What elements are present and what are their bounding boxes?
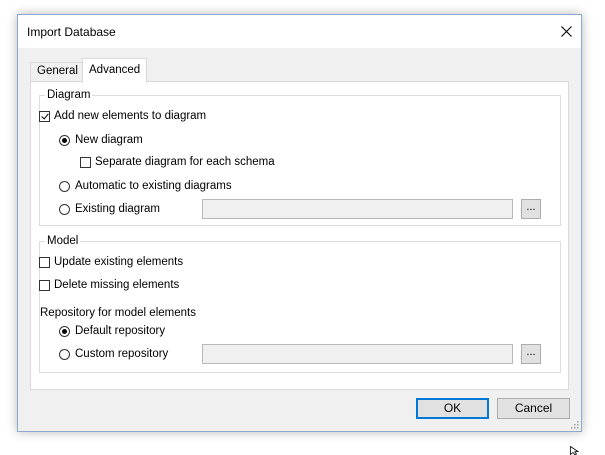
existing-diagram-radio[interactable] — [59, 203, 70, 215]
repository-heading: Repository for model elements — [40, 307, 196, 319]
separate-diagram-option[interactable]: Separate diagram for each schema — [80, 154, 275, 170]
custom-repository-field[interactable] — [202, 344, 513, 364]
automatic-existing-label: Automatic to existing diagrams — [75, 180, 232, 192]
delete-missing-option[interactable]: Delete missing elements — [39, 277, 179, 293]
close-icon — [560, 26, 572, 37]
automatic-existing-option[interactable]: Automatic to existing diagrams — [59, 178, 232, 194]
existing-diagram-browse-button[interactable]: ... — [521, 199, 541, 219]
tab-advanced[interactable]: Advanced — [82, 58, 148, 83]
resize-grip-icon[interactable] — [569, 419, 579, 429]
tab-general[interactable]: General — [30, 62, 85, 82]
default-repository-label: Default repository — [75, 325, 166, 337]
add-new-elements-checkbox[interactable] — [39, 110, 50, 122]
default-repository-option[interactable]: Default repository — [59, 323, 165, 339]
update-existing-option[interactable]: Update existing elements — [39, 254, 183, 270]
update-existing-checkbox[interactable] — [39, 256, 50, 268]
new-diagram-option[interactable]: New diagram — [59, 132, 143, 148]
separate-diagram-checkbox[interactable] — [80, 156, 91, 168]
delete-missing-label: Delete missing elements — [54, 279, 180, 291]
automatic-existing-radio[interactable] — [59, 180, 70, 192]
existing-diagram-label: Existing diagram — [75, 203, 161, 215]
custom-repository-label: Custom repository — [75, 348, 169, 360]
window-title: Import Database — [27, 25, 116, 39]
custom-repository-radio[interactable] — [59, 348, 70, 360]
separate-diagram-label: Separate diagram for each schema — [95, 156, 275, 168]
ok-button[interactable]: OK — [416, 398, 489, 419]
custom-repository-browse-button[interactable]: ... — [521, 344, 541, 364]
mouse-cursor-icon — [570, 446, 580, 455]
close-button[interactable] — [551, 15, 581, 48]
add-new-elements-option[interactable]: Add new elements to diagram — [39, 108, 206, 124]
update-existing-label: Update existing elements — [54, 256, 184, 268]
existing-diagram-option[interactable]: Existing diagram — [59, 201, 160, 217]
new-diagram-label: New diagram — [75, 134, 143, 146]
add-new-elements-label: Add new elements to diagram — [54, 110, 207, 122]
default-repository-radio[interactable] — [59, 325, 70, 337]
advanced-tab-panel: Diagram Add new elements to diagram New … — [30, 81, 569, 390]
cancel-button[interactable]: Cancel — [497, 398, 570, 419]
title-bar: Import Database — [18, 15, 581, 48]
new-diagram-radio[interactable] — [59, 134, 70, 146]
custom-repository-option[interactable]: Custom repository — [59, 346, 168, 362]
diagram-group-title: Diagram — [45, 88, 93, 102]
existing-diagram-field[interactable] — [202, 199, 513, 219]
import-database-dialog: Import Database General Advanced Diagram… — [17, 14, 582, 432]
model-group-title: Model — [45, 234, 81, 248]
delete-missing-checkbox[interactable] — [39, 279, 50, 291]
